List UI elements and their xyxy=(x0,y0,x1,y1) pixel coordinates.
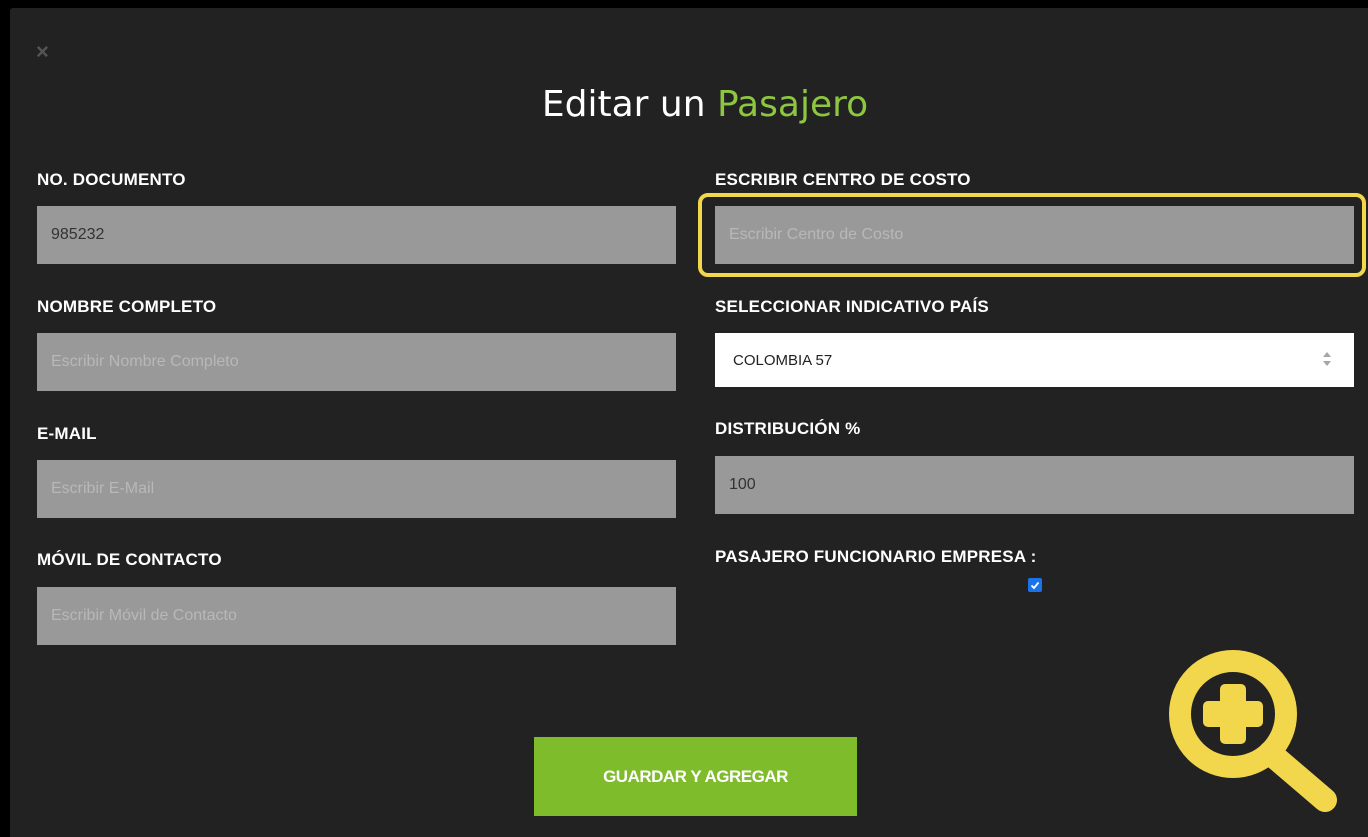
title-prefix: Editar un xyxy=(541,84,706,125)
country-code-select[interactable]: COLOMBIA 57 xyxy=(715,333,1354,387)
full-name-input[interactable]: Escribir Nombre Completo xyxy=(37,333,676,391)
distribution-input[interactable]: 100 xyxy=(715,456,1354,514)
zoom-in-icon[interactable] xyxy=(1160,645,1340,815)
email-input[interactable]: Escribir E-Mail xyxy=(37,460,676,518)
mobile-input[interactable]: Escribir Móvil de Contacto xyxy=(37,587,676,645)
email-label: E-MAIL xyxy=(37,424,97,443)
mobile-label: MÓVIL DE CONTACTO xyxy=(37,550,222,569)
select-arrows-icon xyxy=(1323,352,1331,366)
modal-title: Editar un Pasajero xyxy=(0,84,1368,125)
close-icon[interactable]: × xyxy=(36,41,56,63)
document-input[interactable]: 985232 xyxy=(37,206,676,264)
distribution-label: DISTRIBUCIÓN % xyxy=(715,419,861,438)
employee-passenger-checkbox[interactable] xyxy=(1028,578,1042,592)
save-and-add-button[interactable]: GUARDAR Y AGREGAR xyxy=(534,737,857,816)
focus-highlight xyxy=(698,193,1366,277)
title-accent: Pasajero xyxy=(716,84,869,125)
checkmark-icon xyxy=(1030,581,1040,590)
full-name-label: NOMBRE COMPLETO xyxy=(37,297,217,316)
cost-center-label: ESCRIBIR CENTRO DE COSTO xyxy=(715,170,971,189)
country-code-label: SELECCIONAR INDICATIVO PAÍS xyxy=(715,297,989,316)
country-code-selected: COLOMBIA 57 xyxy=(733,351,833,369)
document-label: NO. DOCUMENTO xyxy=(37,170,186,189)
employee-passenger-label: PASAJERO FUNCIONARIO EMPRESA : xyxy=(715,547,1037,566)
